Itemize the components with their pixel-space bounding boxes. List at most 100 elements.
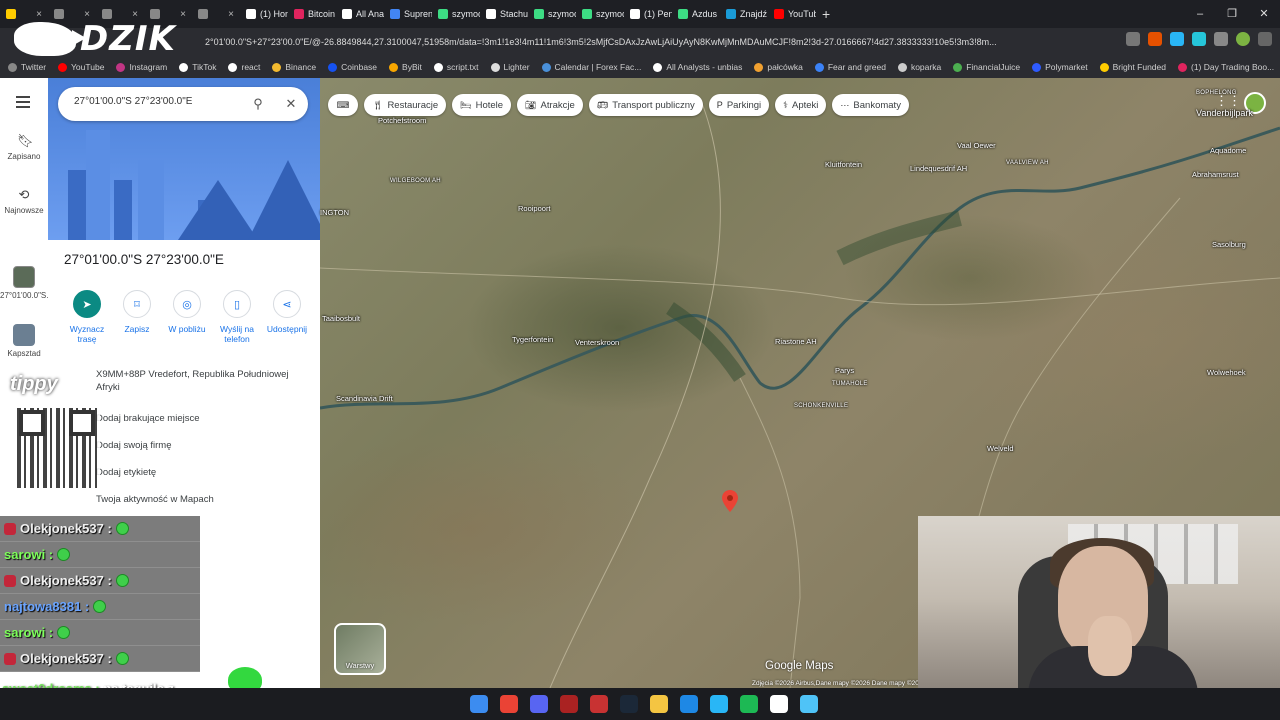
bookmark-item[interactable]: pałcówka: [754, 62, 803, 72]
chip-atrakcje[interactable]: 📷︎ Atrakcje: [517, 94, 583, 116]
close-window-icon[interactable]: ✕: [1248, 0, 1280, 28]
browser-tab[interactable]: YouTub×: [768, 0, 816, 28]
map-place-label[interactable]: Tygerfontein: [512, 335, 553, 344]
map-place-label[interactable]: WILGEBOOM AH: [390, 178, 441, 184]
map-place-label[interactable]: Potchefstroom: [378, 116, 426, 125]
chip-apteki[interactable]: ⚕ Apteki: [775, 94, 827, 116]
folder-icon[interactable]: [650, 695, 668, 713]
info-row[interactable]: Dodaj brakujące miejsce: [96, 412, 306, 425]
bookmark-item[interactable]: YouTube: [58, 62, 104, 72]
windows-icon[interactable]: [470, 695, 488, 713]
extension-icon[interactable]: [1170, 32, 1184, 46]
hamburger-icon[interactable]: [16, 96, 30, 108]
map-place-label[interactable]: Sasolburg: [1212, 240, 1246, 249]
browser-tab[interactable]: szymoc×: [432, 0, 480, 28]
apps-grid-icon[interactable]: ⋮⋮: [1215, 94, 1241, 108]
map-place-label[interactable]: Abrahamsrust: [1192, 170, 1239, 179]
ccleaner-icon[interactable]: [680, 695, 698, 713]
map-place-label[interactable]: Vaal Oewer: [957, 141, 996, 150]
search-icon[interactable]: ⚲: [250, 96, 266, 112]
minimize-icon[interactable]: –: [1184, 0, 1216, 28]
bookmark-item[interactable]: Instagram: [116, 62, 167, 72]
browser-tab[interactable]: ×: [192, 0, 240, 28]
info-row[interactable]: Dodaj swoją firmę: [96, 439, 306, 452]
map-place-label[interactable]: Rooipoort: [518, 204, 551, 213]
map-place-label[interactable]: SCHONKENVILLE: [794, 403, 848, 409]
restore-icon[interactable]: ❐: [1216, 0, 1248, 28]
browser-tab[interactable]: Azdus×: [672, 0, 720, 28]
action-bookmark[interactable]: ⌑ Zapisz: [112, 290, 162, 344]
browser-tab[interactable]: Znajdź×: [720, 0, 768, 28]
profile-icon[interactable]: [1236, 32, 1250, 46]
rail-recent[interactable]: ⟲ Najnowsze: [0, 188, 48, 216]
steam-icon[interactable]: [620, 695, 638, 713]
map-place-label[interactable]: Vanderbijlpark: [1196, 108, 1253, 118]
chip-parkingi[interactable]: P Parkingi: [708, 94, 770, 116]
browser-tab[interactable]: All Ana×: [336, 0, 384, 28]
bookmark-item[interactable]: ByBit: [389, 62, 422, 72]
recorder-icon[interactable]: [590, 695, 608, 713]
browser-tab[interactable]: szymoc×: [576, 0, 624, 28]
new-tab-icon[interactable]: +: [822, 6, 830, 22]
tab-close-icon[interactable]: ×: [228, 9, 234, 20]
bookmark-item[interactable]: (1) Day Trading Boo...: [1178, 62, 1274, 72]
bookmark-item[interactable]: react: [228, 62, 260, 72]
action-share[interactable]: ⋖ Udostępnij: [262, 290, 312, 344]
spotify-icon[interactable]: [740, 695, 758, 713]
browser-tab[interactable]: szymoc×: [528, 0, 576, 28]
bookmark-item[interactable]: FinancialJuice: [953, 62, 1020, 72]
map-place-label[interactable]: Welveld: [987, 444, 1014, 453]
menu-dots-icon[interactable]: [1258, 32, 1272, 46]
browser-tab[interactable]: (1) Hon×: [240, 0, 288, 28]
capcut-icon[interactable]: [770, 695, 788, 713]
location-pin-icon[interactable]: [722, 490, 738, 512]
bookmark-item[interactable]: Binance: [272, 62, 316, 72]
bookmark-item[interactable]: Twitter: [8, 62, 46, 72]
network-icon[interactable]: [710, 695, 728, 713]
action-phone[interactable]: ▯ Wyślij na telefon: [212, 290, 262, 344]
map-place-label[interactable]: Lindequesdrif AH: [910, 164, 967, 173]
info-row[interactable]: Dodaj etykietę: [96, 466, 306, 479]
chip-hotele[interactable]: 🛏︎ Hotele: [452, 94, 512, 116]
bookmark-item[interactable]: Lighter: [490, 62, 530, 72]
extension-icon[interactable]: [1148, 32, 1162, 46]
map-place-label[interactable]: Kluitfontein: [825, 160, 862, 169]
discord-icon[interactable]: [530, 695, 548, 713]
map-place-label[interactable]: VAALVIEW AH: [1006, 160, 1049, 166]
map-place-label[interactable]: BOPHELONG: [1196, 90, 1237, 96]
map-place-label[interactable]: Scandinavia Drift: [336, 394, 393, 403]
bookmark-item[interactable]: All Analysts - unbias: [653, 62, 742, 72]
action-nearby[interactable]: ◎ W pobliżu: [162, 290, 212, 344]
map-place-label[interactable]: Taaibosbult: [322, 314, 360, 323]
map-place-label[interactable]: Parys: [835, 366, 854, 375]
bookmark-item[interactable]: Coinbase: [328, 62, 377, 72]
close-icon[interactable]: ✕: [283, 96, 299, 112]
browser-tab[interactable]: Stachu×: [480, 0, 528, 28]
map-place-label[interactable]: TUMAHOLE: [832, 381, 868, 387]
action-directions[interactable]: ➤ Wyznacz trasę: [62, 290, 112, 344]
info-row[interactable]: Twoja aktywność w Mapach: [96, 493, 306, 506]
bookmark-item[interactable]: TikTok: [179, 62, 216, 72]
bookmark-item[interactable]: Bright Funded: [1099, 62, 1166, 72]
bookmark-item[interactable]: Fear and greed: [814, 62, 886, 72]
map-place-label[interactable]: Venterskroon: [575, 338, 619, 347]
app-icon[interactable]: [560, 695, 578, 713]
map-place-label[interactable]: INGTON: [320, 208, 349, 217]
url-field[interactable]: 2°01'00.0"S+27°23'00.0"E/@-26.8849844,27…: [205, 32, 1095, 52]
bookmark-item[interactable]: Polymarket: [1032, 62, 1088, 72]
rail-recent-capetown[interactable]: Kapsztad: [0, 324, 48, 358]
map-place-label[interactable]: Wolwehoek: [1207, 368, 1246, 377]
chip-restauracje[interactable]: 🍴︎ Restauracje: [364, 94, 447, 116]
search-input[interactable]: [74, 96, 234, 107]
browser-tab[interactable]: Supren×: [384, 0, 432, 28]
extension-icon[interactable]: [1192, 32, 1206, 46]
rail-saved[interactable]: 🔖︎ Zapisano: [0, 134, 48, 162]
notes-icon[interactable]: [800, 695, 818, 713]
chip-bankomaty[interactable]: ⋯ Bankomaty: [832, 94, 909, 116]
map-place-label[interactable]: Aquadome: [1210, 146, 1246, 155]
bookmark-item[interactable]: script.txt: [433, 62, 479, 72]
bookmark-item[interactable]: koparka: [897, 62, 941, 72]
browser-tab[interactable]: Bitcoin×: [288, 0, 336, 28]
browser-tab[interactable]: (1) Pen×: [624, 0, 672, 28]
layers-button[interactable]: Warstwy: [334, 623, 386, 675]
